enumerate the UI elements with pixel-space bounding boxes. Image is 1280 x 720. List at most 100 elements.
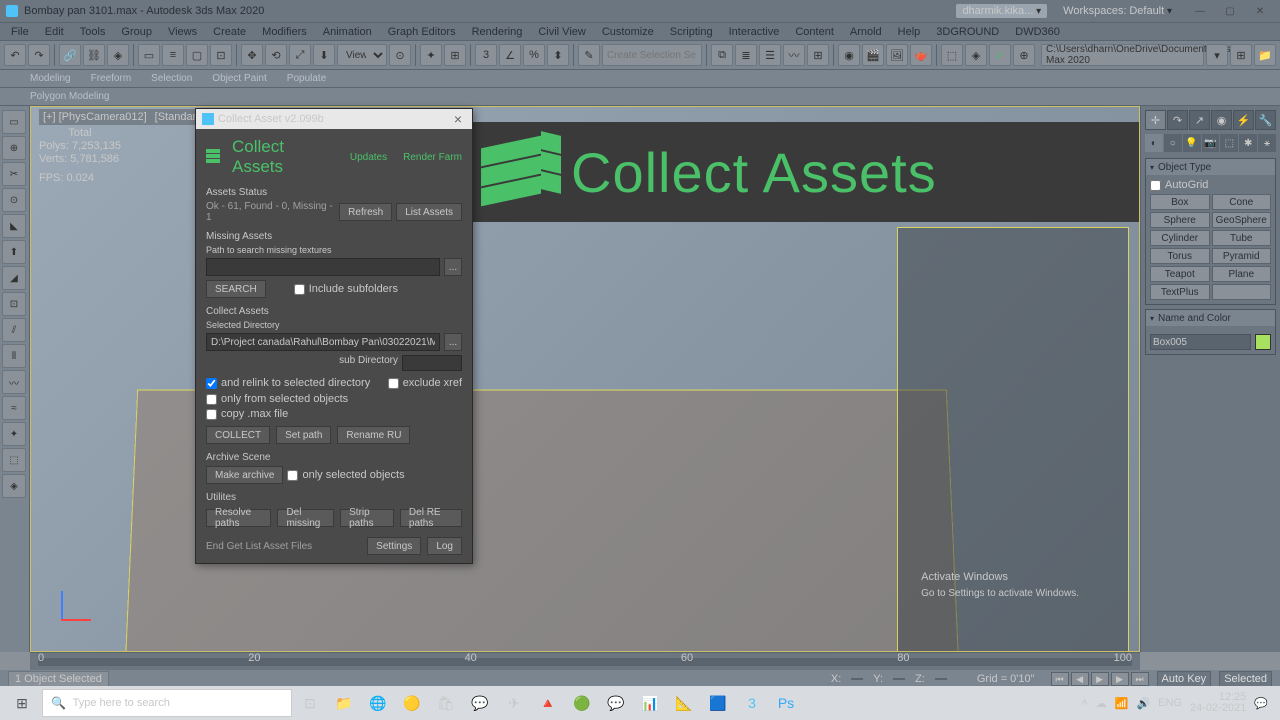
settings-button[interactable]: Settings (367, 537, 421, 555)
prim-sphere[interactable]: Sphere (1150, 212, 1210, 228)
prim-plane[interactable]: Plane (1212, 266, 1272, 282)
app-icon-2[interactable]: 📐 (668, 688, 700, 718)
lt-relax[interactable]: ≈ (2, 396, 26, 420)
lt-inset[interactable]: ⊡ (2, 292, 26, 316)
prim-textplus[interactable]: TextPlus (1150, 284, 1210, 300)
ribbon-freeform[interactable]: Freeform (91, 73, 132, 84)
tab-hierarchy[interactable]: ↗ (1189, 110, 1210, 130)
prim-torus[interactable]: Torus (1150, 248, 1210, 264)
tray-arrow-icon[interactable]: ˄ (1081, 697, 1087, 709)
undo-button[interactable]: ↶ (4, 44, 26, 66)
tray-wifi-icon[interactable]: 📶 (1115, 697, 1129, 710)
bind-button[interactable]: ◈ (107, 44, 129, 66)
project-path[interactable]: C:\Users\dharn\OneDrive\Documents\3ds Ma… (1041, 44, 1204, 66)
select-name-button[interactable]: ≡ (162, 44, 184, 66)
tray-notifications-icon[interactable]: 💬 (1254, 697, 1268, 710)
schematic-button[interactable]: ⊞ (807, 44, 829, 66)
menu-grapheditors[interactable]: Graph Editors (381, 26, 463, 38)
coord-z[interactable] (935, 678, 947, 680)
plugin-3[interactable]: ✓ (989, 44, 1011, 66)
renderfarm-link[interactable]: Render Farm (403, 152, 462, 163)
mat-editor-button[interactable]: ◉ (838, 44, 860, 66)
resolve-paths-button[interactable]: Resolve paths (206, 509, 271, 527)
menu-content[interactable]: Content (788, 26, 841, 38)
align-button[interactable]: ≣ (735, 44, 757, 66)
list-assets-button[interactable]: List Assets (396, 203, 462, 221)
object-name-field[interactable]: Box005 (1150, 334, 1251, 350)
menu-group[interactable]: Group (114, 26, 159, 38)
menu-customize[interactable]: Customize (595, 26, 661, 38)
mirror-button[interactable]: ⧉ (711, 44, 733, 66)
tr-end[interactable]: ⏭ (1131, 672, 1149, 686)
keymode-button[interactable]: ⊞ (444, 44, 466, 66)
prim-cone[interactable]: Cone (1212, 194, 1272, 210)
only-selected-checkbox[interactable] (206, 394, 217, 405)
tab-display[interactable]: ⚡ (1233, 110, 1254, 130)
ribbon-polygon-modeling[interactable]: Polygon Modeling (30, 91, 110, 102)
store-icon[interactable]: 🛍 (430, 688, 462, 718)
autokey-button[interactable]: Auto Key (1157, 671, 1212, 687)
spotify-icon[interactable]: 🟢 (566, 688, 598, 718)
ps-icon[interactable]: Ps (770, 688, 802, 718)
angle-snap[interactable]: ∠ (499, 44, 521, 66)
plugin-1[interactable]: ⬚ (941, 44, 963, 66)
missing-path-input[interactable] (206, 258, 440, 276)
setpath-button[interactable]: Set path (276, 426, 331, 444)
render-setup-button[interactable]: 🎬 (862, 44, 884, 66)
pivot-button[interactable]: ⊙ (389, 44, 411, 66)
prim-tube[interactable]: Tube (1212, 230, 1272, 246)
menu-views[interactable]: Views (161, 26, 204, 38)
strip-paths-button[interactable]: Strip paths (340, 509, 394, 527)
menu-rendering[interactable]: Rendering (465, 26, 530, 38)
task-view-icon[interactable]: ⊡ (294, 688, 326, 718)
copy-max-checkbox[interactable] (206, 409, 217, 420)
move-button[interactable]: ✥ (241, 44, 263, 66)
refresh-button[interactable]: Refresh (339, 203, 392, 221)
updates-link[interactable]: Updates (350, 152, 387, 163)
menu-file[interactable]: File (4, 26, 36, 38)
lt-cut[interactable]: ✂ (2, 162, 26, 186)
menu-interactive[interactable]: Interactive (722, 26, 787, 38)
tab-utilities[interactable]: 🔧 (1255, 110, 1276, 130)
select-button[interactable]: ▭ (138, 44, 160, 66)
prim-box[interactable]: Box (1150, 194, 1210, 210)
lt-attach[interactable]: ⊕ (2, 136, 26, 160)
proj-btn-2[interactable]: ⊞ (1230, 44, 1252, 66)
subdir-input[interactable] (402, 355, 462, 371)
edge-icon[interactable]: 🌐 (362, 688, 394, 718)
ribbon-selection[interactable]: Selection (151, 73, 192, 84)
tray-cloud-icon[interactable]: ☁ (1096, 697, 1107, 710)
menu-create[interactable]: Create (206, 26, 253, 38)
lt-misc2[interactable]: ⬚ (2, 448, 26, 472)
tr-start[interactable]: ⏮ (1051, 672, 1069, 686)
plugin-2[interactable]: ◈ (965, 44, 987, 66)
menu-scripting[interactable]: Scripting (663, 26, 720, 38)
make-archive-button[interactable]: Make archive (206, 466, 283, 484)
windows-search[interactable]: 🔍 Type here to search (42, 689, 292, 717)
lt-extrude[interactable]: ⬆ (2, 240, 26, 264)
maximize-button[interactable]: ▢ (1216, 4, 1244, 18)
menu-dwd360[interactable]: DWD360 (1008, 26, 1067, 38)
browse-dir-button[interactable]: ... (444, 333, 462, 351)
rotate-button[interactable]: ⟲ (265, 44, 287, 66)
menu-tools[interactable]: Tools (73, 26, 113, 38)
plugin-4[interactable]: ⊕ (1013, 44, 1035, 66)
tr-next[interactable]: ▶ (1111, 672, 1129, 686)
lt-chamfer[interactable]: ◣ (2, 214, 26, 238)
include-subfolders-checkbox[interactable] (294, 284, 305, 295)
layer-button[interactable]: ☰ (759, 44, 781, 66)
rect-select-button[interactable]: ▢ (186, 44, 208, 66)
close-button[interactable]: ✕ (1246, 4, 1274, 18)
app-icon-3[interactable]: 🟦 (702, 688, 734, 718)
menu-arnold[interactable]: Arnold (843, 26, 889, 38)
max-taskbar-icon[interactable]: 3 (736, 688, 768, 718)
menu-animation[interactable]: Animation (316, 26, 379, 38)
menu-3dground[interactable]: 3DGROUND (929, 26, 1006, 38)
curve-editor-button[interactable]: 〰 (783, 44, 805, 66)
spinner-snap[interactable]: ⬍ (547, 44, 569, 66)
workspace-selector[interactable]: Workspaces: Default ▾ (1063, 5, 1172, 17)
ribbon-populate[interactable]: Populate (287, 73, 326, 84)
del-re-paths-button[interactable]: Del RE paths (400, 509, 462, 527)
tray-volume-icon[interactable]: 🔊 (1136, 697, 1150, 710)
del-missing-button[interactable]: Del missing (277, 509, 334, 527)
